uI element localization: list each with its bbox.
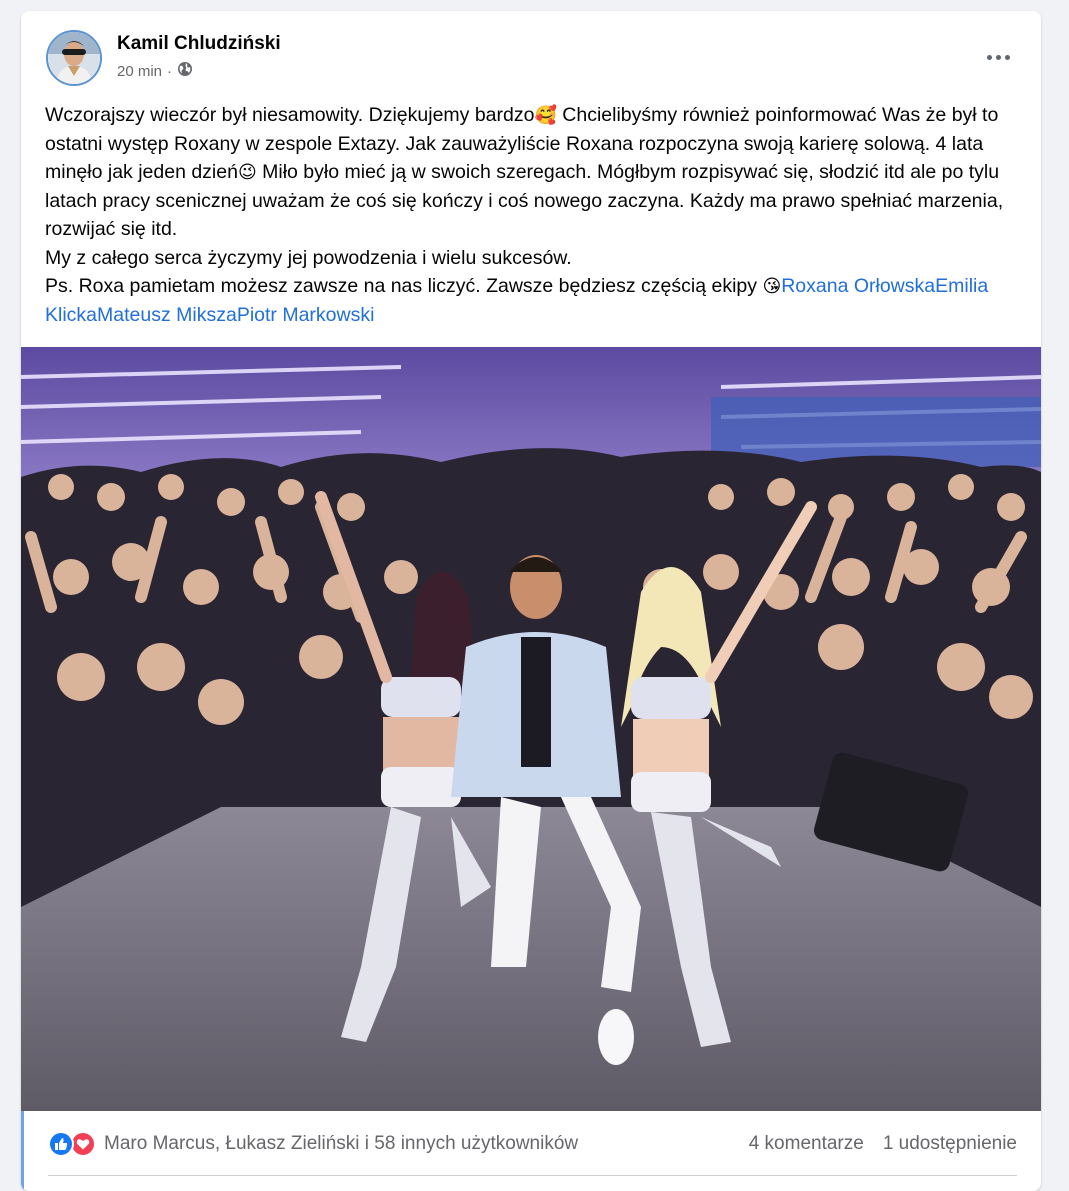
footer-divider [48, 1175, 1017, 1176]
winking-emoji-icon: 😉 [237, 162, 257, 182]
post-timestamp[interactable]: 20 min [117, 63, 162, 80]
counts-gap [864, 1133, 883, 1155]
post-paragraph: Wczorajszy wieczór był niesamowity. Dzię… [45, 101, 1015, 244]
mention-link[interactable]: Piotr Markowski [237, 304, 375, 326]
engagement-counts: 4 komentarze 1 udostępnienie [749, 1133, 1017, 1155]
reactors-text[interactable]: Maro Marcus, Łukasz Zieliński i 58 innyc… [104, 1133, 578, 1155]
post-card: Kamil Chludziński 20 min · Wczorajszy wi… [21, 11, 1041, 1191]
more-dots-icon[interactable] [982, 45, 1014, 69]
post-paragraph: My z całego serca życzymy jej powodzenia… [45, 246, 572, 269]
post-header: Kamil Chludziński 20 min · [21, 11, 1041, 91]
meta-separator: · [167, 62, 173, 80]
mention-link[interactable]: Mateusz Miksza [97, 304, 237, 326]
kiss-emoji-icon: 😘 [762, 276, 782, 296]
reactions-summary[interactable]: Maro Marcus, Łukasz Zieliński i 58 innyc… [48, 1131, 578, 1157]
author-avatar[interactable] [46, 30, 102, 86]
comments-count[interactable]: 4 komentarze [749, 1133, 864, 1155]
post-paragraph: Ps. Roxa pamietam możesz zawsze na nas l… [45, 272, 1015, 329]
post-meta: 20 min · [117, 61, 193, 81]
smiling-hearts-emoji-icon: 🥰 [534, 105, 557, 125]
like-icon [48, 1131, 74, 1157]
post-photo[interactable] [21, 347, 1041, 1111]
author-name[interactable]: Kamil Chludziński [117, 33, 281, 55]
text-segment: Ps. Roxa pamietam możesz zawsze na nas l… [45, 275, 763, 297]
mention-link[interactable]: Roxana Orłowska [781, 275, 935, 297]
post-text: Wczorajszy wieczór był niesamowity. Dzię… [45, 101, 1015, 329]
globe-icon[interactable] [177, 61, 193, 81]
shares-count[interactable]: 1 udostępnienie [883, 1133, 1017, 1155]
post-footer: Maro Marcus, Łukasz Zieliński i 58 innyc… [21, 1111, 1041, 1191]
text-segment: Wczorajszy wieczór był niesamowity. Dzię… [45, 104, 535, 126]
